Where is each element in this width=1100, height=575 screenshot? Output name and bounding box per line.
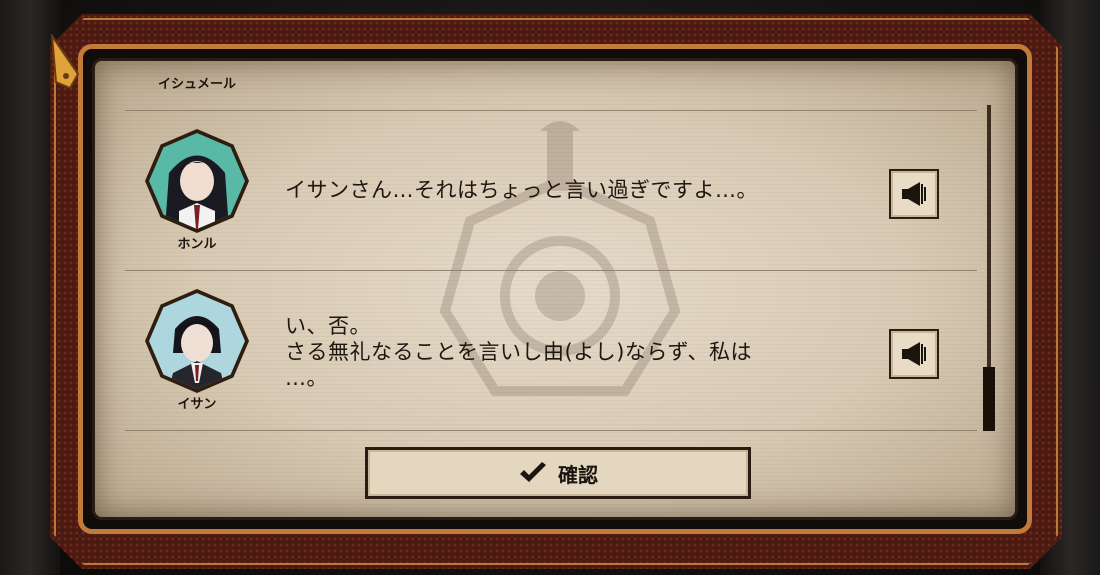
dialogue-text: い、否。 さる無礼なることを言いし由(よし)ならず、私は …。 (285, 313, 752, 391)
dialogue-entry: イサン い、否。 さる無礼なることを言いし由(よし)ならず、私は …。 (95, 289, 975, 449)
confirm-label: 確認 (558, 462, 598, 487)
voice-replay-button[interactable] (889, 169, 939, 219)
hong-lu-avatar-icon (165, 155, 229, 229)
speaker-icon (902, 342, 926, 366)
dialogue-log-panel: イシュメール ホンル イサンさん…それはちょっと言い過ぎですよ…。 イサン い、… (92, 58, 1018, 520)
check-icon (520, 462, 546, 482)
confirm-button[interactable]: 確認 (365, 447, 751, 499)
previous-speaker-name: イシュメール (157, 77, 236, 92)
yi-sang-portrait (149, 293, 245, 389)
dialogue-line: イサンさん…それはちょっと言い過ぎですよ…。 (285, 178, 758, 202)
dialogue-line: …。 (285, 366, 328, 390)
portrait-frame (145, 289, 249, 393)
speaker-icon (902, 182, 926, 206)
dialogue-line: い、否。 (285, 314, 371, 338)
dialogue-line: さる無礼なることを言いし由(よし)ならず、私は (285, 340, 752, 364)
dialogue-text: イサンさん…それはちょっと言い過ぎですよ…。 (285, 177, 758, 203)
pen-nib-icon (50, 34, 80, 90)
entry-divider (125, 430, 977, 431)
entry-divider (125, 270, 977, 271)
speaker-name: イサン (177, 397, 217, 412)
portrait-frame (145, 129, 249, 233)
voice-replay-button[interactable] (889, 329, 939, 379)
dialogue-entry: ホンル イサンさん…それはちょっと言い過ぎですよ…。 (95, 129, 975, 289)
entry-divider (125, 110, 977, 111)
scrollbar-thumb[interactable] (983, 367, 995, 431)
speaker-name: ホンル (177, 237, 217, 252)
yi-sang-avatar-icon (169, 316, 225, 389)
hong-lu-portrait (149, 133, 245, 229)
